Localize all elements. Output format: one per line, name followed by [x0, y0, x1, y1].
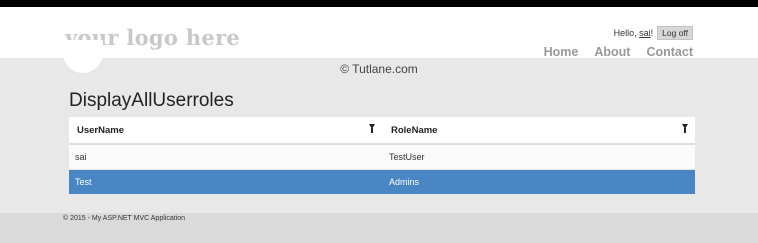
cell-rolename: TestUser — [389, 152, 425, 162]
greeting-prefix: Hello, — [613, 28, 640, 38]
main-nav: Home About Contact — [544, 45, 693, 59]
column-header-username[interactable]: UserName — [69, 117, 383, 143]
cell-rolename: Admins — [389, 177, 420, 187]
cell-username: sai — [75, 152, 87, 162]
site-footer: © 2015 - My ASP.NET MVC Application — [0, 213, 758, 243]
column-label: RoleName — [391, 124, 438, 136]
table-row[interactable]: sai TestUser — [69, 145, 695, 170]
filter-icon[interactable] — [682, 124, 688, 133]
table-row-selected[interactable]: Test Admins — [69, 170, 695, 194]
cell-username: Test — [75, 177, 92, 187]
greeting-suffix: ! — [650, 28, 654, 38]
watermark: © Tutlane.com — [340, 62, 418, 76]
footer-text: © 2015 - My ASP.NET MVC Application — [63, 215, 186, 222]
filter-icon[interactable] — [369, 124, 375, 133]
greeting-text: Hello, sai! — [614, 28, 654, 38]
nav-home[interactable]: Home — [544, 45, 579, 59]
top-bar — [0, 0, 758, 7]
grid-header: UserName RoleName — [69, 117, 695, 145]
username-link[interactable]: sai — [639, 28, 651, 38]
page-title: DisplayAllUserroles — [69, 90, 234, 111]
user-roles-grid: UserName RoleName sai TestUser Test Admi… — [69, 117, 695, 194]
column-label: UserName — [77, 124, 124, 136]
site-header: your logo here Hello, sai! Log off Home … — [0, 7, 758, 59]
column-header-rolename[interactable]: RoleName — [383, 117, 695, 143]
logoff-button[interactable]: Log off — [657, 26, 693, 40]
nav-about[interactable]: About — [594, 45, 630, 59]
login-area: Hello, sai! Log off — [614, 26, 693, 40]
nav-contact[interactable]: Contact — [646, 45, 693, 59]
